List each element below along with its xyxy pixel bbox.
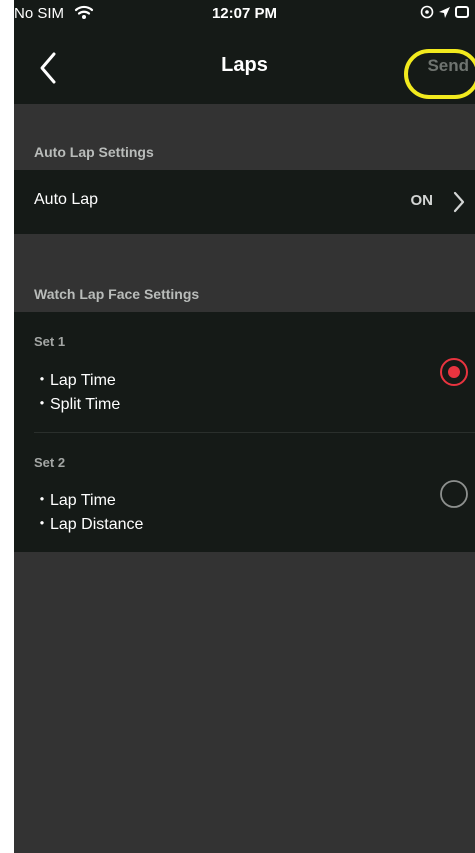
status-bar: No SIM 12:07 PM	[14, 0, 475, 30]
status-icons	[420, 5, 469, 19]
section-header-label: Auto Lap Settings	[34, 144, 154, 160]
navigation-bar: Laps Send	[14, 30, 475, 104]
auto-lap-row[interactable]: Auto Lap ON	[14, 170, 475, 234]
lap-face-set-1[interactable]: Set 1 ・Lap Time ・Split Time	[14, 312, 475, 432]
set-item: ・Lap Time	[34, 492, 116, 509]
battery-icon	[455, 6, 469, 18]
orientation-lock-icon	[420, 5, 434, 19]
auto-lap-value: ON	[410, 192, 434, 209]
set-item: ・Split Time	[34, 396, 121, 413]
location-arrow-icon	[439, 6, 450, 18]
clock: 12:07 PM	[211, 5, 278, 22]
chevron-right-icon	[451, 190, 467, 219]
section-header-label: Watch Lap Face Settings	[34, 286, 200, 302]
app-screen: No SIM 12:07 PM Laps Send Auto Lap Setti…	[14, 0, 475, 853]
set-title: Set 2	[34, 455, 66, 470]
row-divider	[34, 432, 475, 433]
auto-lap-label: Auto Lap	[34, 191, 99, 208]
highlight-annotation-ring	[404, 49, 475, 99]
lap-face-set-2[interactable]: Set 2 ・Lap Time ・Lap Distance	[14, 432, 475, 552]
section-header-lap-face: Watch Lap Face Settings	[14, 234, 475, 312]
section-header-auto-lap: Auto Lap Settings	[14, 104, 475, 170]
set-title: Set 1	[34, 334, 66, 349]
radio-unselected[interactable]	[439, 479, 469, 509]
radio-selected[interactable]	[439, 357, 469, 387]
radio-checked-icon	[440, 358, 468, 386]
set-item: ・Lap Distance	[34, 516, 144, 533]
radio-unchecked-icon	[440, 480, 468, 508]
set-item: ・Lap Time	[34, 372, 116, 389]
